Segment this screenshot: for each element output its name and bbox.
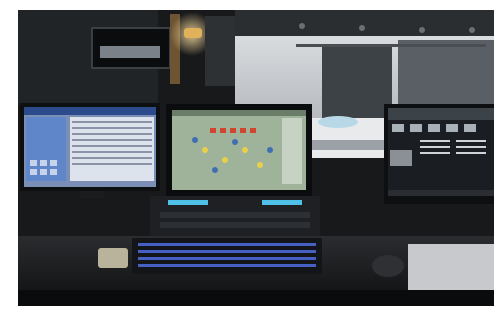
keyboard [132, 238, 322, 274]
mouse [372, 255, 404, 277]
photograph [18, 10, 494, 306]
console-light-left [168, 200, 208, 205]
ceiling [235, 10, 494, 40]
left-monitor [20, 103, 160, 199]
stage-curtain [322, 46, 392, 118]
pillar [205, 16, 235, 86]
phone [98, 248, 128, 268]
stage-performer-glow [318, 116, 358, 128]
booth-window-stage-reflection [100, 46, 160, 58]
right-monitor [384, 104, 494, 204]
foreground-shadow [18, 290, 494, 306]
center-laptop [150, 104, 320, 238]
console-light-right [262, 200, 302, 205]
photo-scene [0, 0, 494, 319]
notepad [408, 244, 494, 290]
desk-lamp [184, 28, 202, 38]
